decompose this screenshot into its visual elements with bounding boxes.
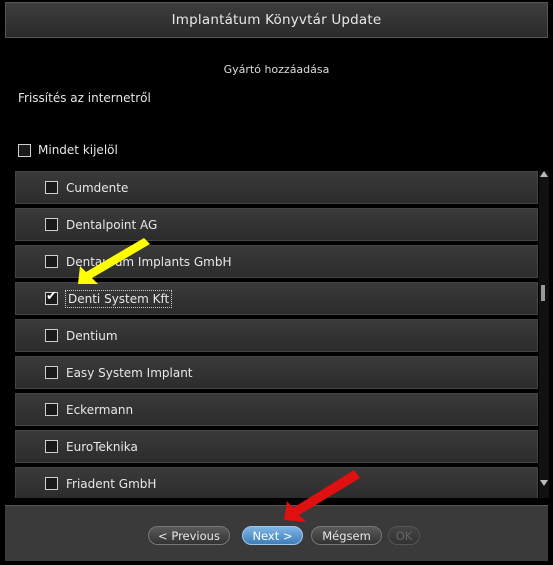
- page-subtitle: Gyártó hozzáadása: [223, 63, 330, 76]
- checkbox-icon[interactable]: [45, 366, 58, 379]
- update-window: Implantátum Könyvtár Update Gyártó hozzá…: [0, 0, 553, 565]
- scroll-thumb[interactable]: [541, 285, 545, 301]
- checkbox-icon[interactable]: [45, 255, 58, 268]
- manufacturer-label: Cumdente: [66, 180, 129, 195]
- manufacturer-label: Easy System Implant: [66, 365, 193, 380]
- section-label: Frissítés az internetről: [18, 91, 151, 105]
- list-item[interactable]: Eckermann: [15, 393, 538, 426]
- red-arrow-icon: [284, 470, 360, 522]
- window-title: Implantátum Könyvtár Update: [171, 12, 382, 28]
- list-item[interactable]: EuroTeknika: [15, 430, 538, 463]
- select-all-checkbox[interactable]: Mindet kijelöl: [18, 143, 118, 157]
- checkbox-icon[interactable]: [45, 440, 58, 453]
- scroll-up-icon[interactable]: [540, 171, 548, 177]
- checkbox-icon[interactable]: [45, 477, 58, 490]
- yellow-arrow-icon: [78, 238, 150, 284]
- list-item[interactable]: Dentalpoint AG: [15, 208, 538, 241]
- list-scrollbar[interactable]: [539, 171, 549, 498]
- manufacturer-label: Eckermann: [66, 402, 134, 417]
- manufacturer-label: Dentium: [66, 328, 118, 343]
- ok-button: OK: [388, 526, 420, 545]
- checkbox-checked-icon[interactable]: [45, 289, 58, 305]
- title-bar: Implantátum Könyvtár Update: [5, 2, 548, 38]
- previous-button[interactable]: < Previous: [148, 526, 230, 545]
- list-item[interactable]: Easy System Implant: [15, 356, 538, 389]
- list-item[interactable]: Dentium: [15, 319, 538, 352]
- checkbox-icon[interactable]: [18, 143, 31, 157]
- manufacturer-label: EuroTeknika: [66, 439, 138, 454]
- list-item[interactable]: Cumdente: [15, 171, 538, 204]
- manufacturer-label: Dentalpoint AG: [66, 217, 158, 232]
- manufacturer-label: Friadent GmbH: [66, 476, 157, 491]
- checkbox-icon[interactable]: [45, 403, 58, 416]
- checkbox-icon[interactable]: [45, 329, 58, 342]
- manufacturer-list[interactable]: Cumdente Dentalpoint AG Dentaurum Implan…: [15, 171, 538, 498]
- select-all-label: Mindet kijelöl: [38, 143, 118, 157]
- scroll-down-icon[interactable]: [540, 480, 548, 486]
- checkbox-icon[interactable]: [45, 218, 58, 231]
- checkbox-icon[interactable]: [45, 181, 58, 194]
